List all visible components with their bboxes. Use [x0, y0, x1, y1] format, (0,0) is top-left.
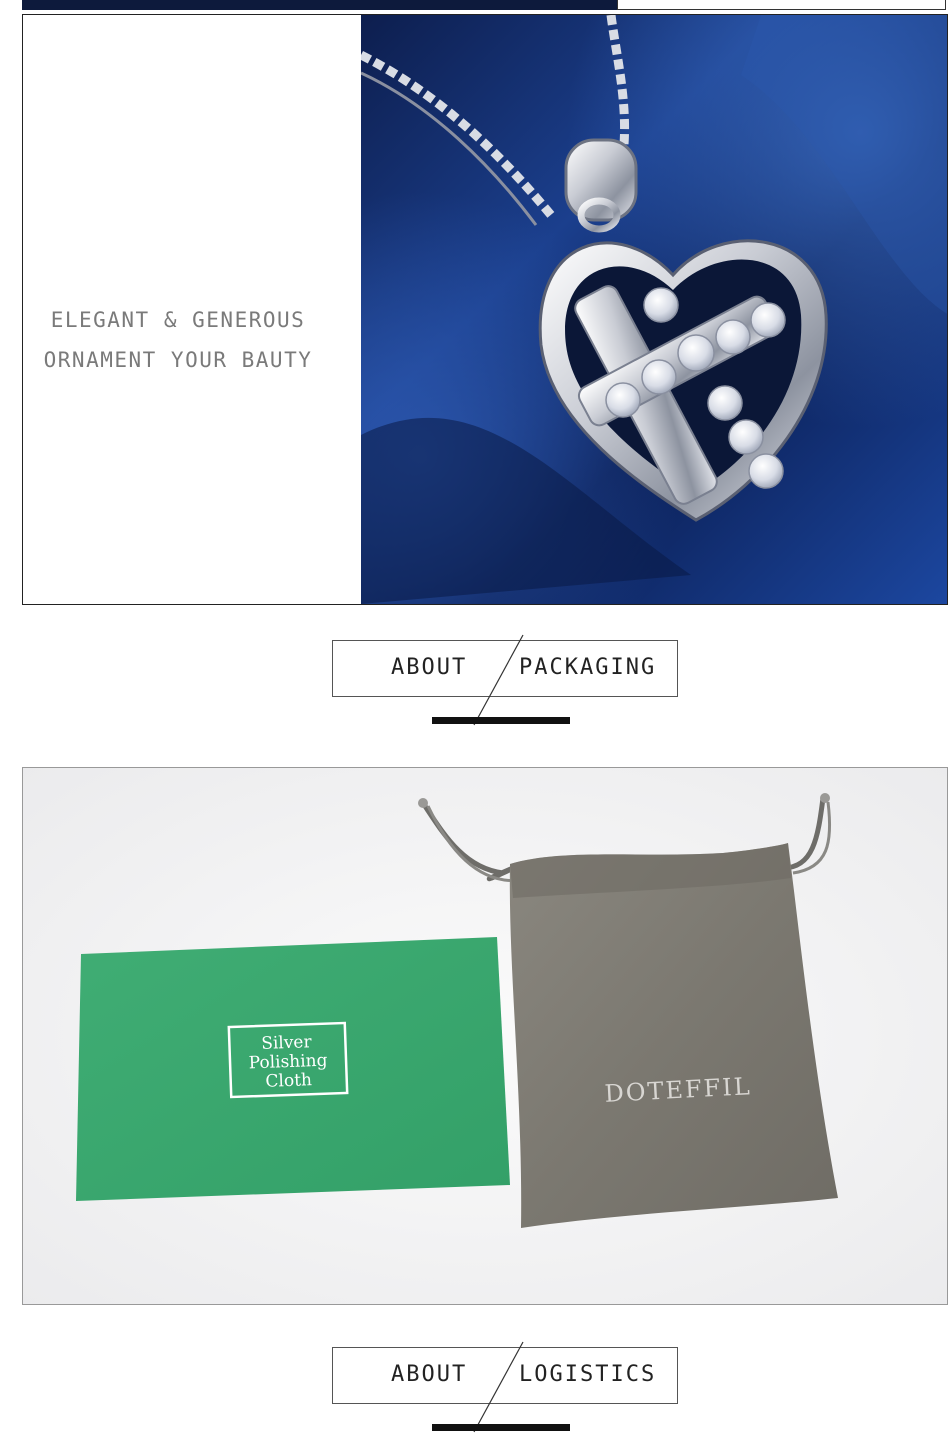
header-underline [432, 717, 570, 724]
ornament-section: ELEGANT & GENEROUS ORNAMENT YOUR BAUTY [22, 14, 948, 605]
slogan-line-2: ORNAMENT YOUR BAUTY [43, 348, 313, 372]
card-label-line-2: Polishing [248, 1051, 328, 1074]
about-logistics-header: ABOUT LOGISTICS [332, 1341, 678, 1433]
necklace-photo [361, 15, 947, 604]
previous-section-strip [22, 0, 617, 10]
packaging-section: Silver Polishing Cloth DOTEFFIL [22, 767, 948, 1305]
velvet-pouch [509, 843, 838, 1228]
about-packaging-header: ABOUT PACKAGING [332, 634, 678, 726]
slogan-panel: ELEGANT & GENEROUS ORNAMENT YOUR BAUTY [23, 15, 361, 604]
header-right-label: PACKAGING [519, 655, 657, 680]
header-underline [432, 1424, 570, 1431]
card-label-line-3: Cloth [265, 1070, 312, 1092]
previous-section-frame [617, 0, 946, 10]
header-right-label: LOGISTICS [519, 1362, 657, 1387]
packaging-photo: Silver Polishing Cloth DOTEFFIL [23, 768, 947, 1304]
slogan-line-1: ELEGANT & GENEROUS [50, 308, 306, 332]
